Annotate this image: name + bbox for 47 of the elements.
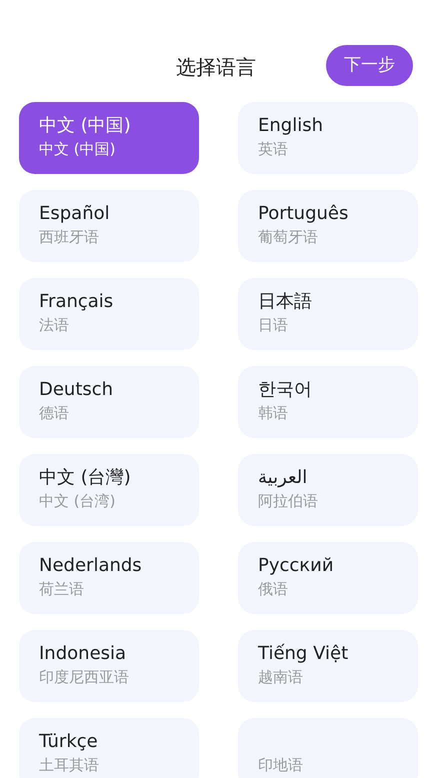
language-name: Français bbox=[39, 290, 114, 314]
language-name: Español bbox=[39, 202, 111, 226]
language-translation: 阿拉伯语 bbox=[258, 491, 319, 512]
next-button[interactable]: 下一步 bbox=[326, 45, 413, 86]
language-translation: 俄语 bbox=[258, 579, 289, 600]
language-name: Türkçe bbox=[39, 730, 99, 754]
language-name: Indonesia bbox=[39, 642, 128, 666]
language-translation: 印度尼西亚语 bbox=[39, 667, 130, 688]
page-title: 选择语言 bbox=[176, 54, 256, 81]
language-name: 中文 (台灣) bbox=[39, 466, 132, 490]
language-name: 中文 (中国) bbox=[39, 114, 132, 138]
language-option[interactable]: 한국어 韩语 bbox=[238, 366, 418, 438]
language-name: Русский bbox=[258, 554, 335, 578]
language-translation: 法语 bbox=[39, 315, 70, 336]
language-translation: 英语 bbox=[258, 139, 289, 160]
language-option[interactable]: Русский 俄语 bbox=[238, 542, 418, 614]
language-name: Português bbox=[258, 202, 350, 226]
language-translation: 土耳其语 bbox=[39, 755, 100, 776]
language-name: 日本語 bbox=[258, 290, 313, 314]
language-option[interactable]: 中文 (中国) 中文 (中国) bbox=[19, 102, 199, 174]
language-translation: 日语 bbox=[258, 315, 289, 336]
language-name: Nederlands bbox=[39, 554, 143, 578]
language-option[interactable]: Português 葡萄牙语 bbox=[238, 190, 418, 262]
language-option[interactable]: Español 西班牙语 bbox=[19, 190, 199, 262]
language-translation: 西班牙语 bbox=[39, 227, 100, 248]
language-option[interactable]: Indonesia 印度尼西亚语 bbox=[19, 630, 199, 702]
language-option[interactable]: Türkçe 土耳其语 bbox=[19, 718, 199, 778]
language-option[interactable]: Français 法语 bbox=[19, 278, 199, 350]
language-option[interactable]: 日本語 日语 bbox=[238, 278, 418, 350]
language-option[interactable]: English 英语 bbox=[238, 102, 418, 174]
language-translation: 葡萄牙语 bbox=[258, 227, 319, 248]
language-name: Deutsch bbox=[39, 378, 114, 402]
language-option[interactable]: Nederlands 荷兰语 bbox=[19, 542, 199, 614]
language-translation: 越南语 bbox=[258, 667, 304, 688]
language-name: Tiếng Việt bbox=[258, 642, 350, 666]
language-translation: 德语 bbox=[39, 403, 70, 424]
language-translation: 印地语 bbox=[258, 755, 304, 776]
language-translation: 中文 (中国) bbox=[39, 139, 116, 160]
language-option[interactable]: Deutsch 德语 bbox=[19, 366, 199, 438]
language-name: العربية bbox=[258, 466, 308, 490]
language-translation: 中文 (台湾) bbox=[39, 491, 116, 512]
language-translation: 荷兰语 bbox=[39, 579, 85, 600]
language-name: English bbox=[258, 114, 324, 138]
language-translation: 韩语 bbox=[258, 403, 289, 424]
language-option[interactable]: 中文 (台灣) 中文 (台湾) bbox=[19, 454, 199, 526]
language-option[interactable]: Tiếng Việt 越南语 bbox=[238, 630, 418, 702]
language-name: 한국어 bbox=[258, 378, 313, 402]
